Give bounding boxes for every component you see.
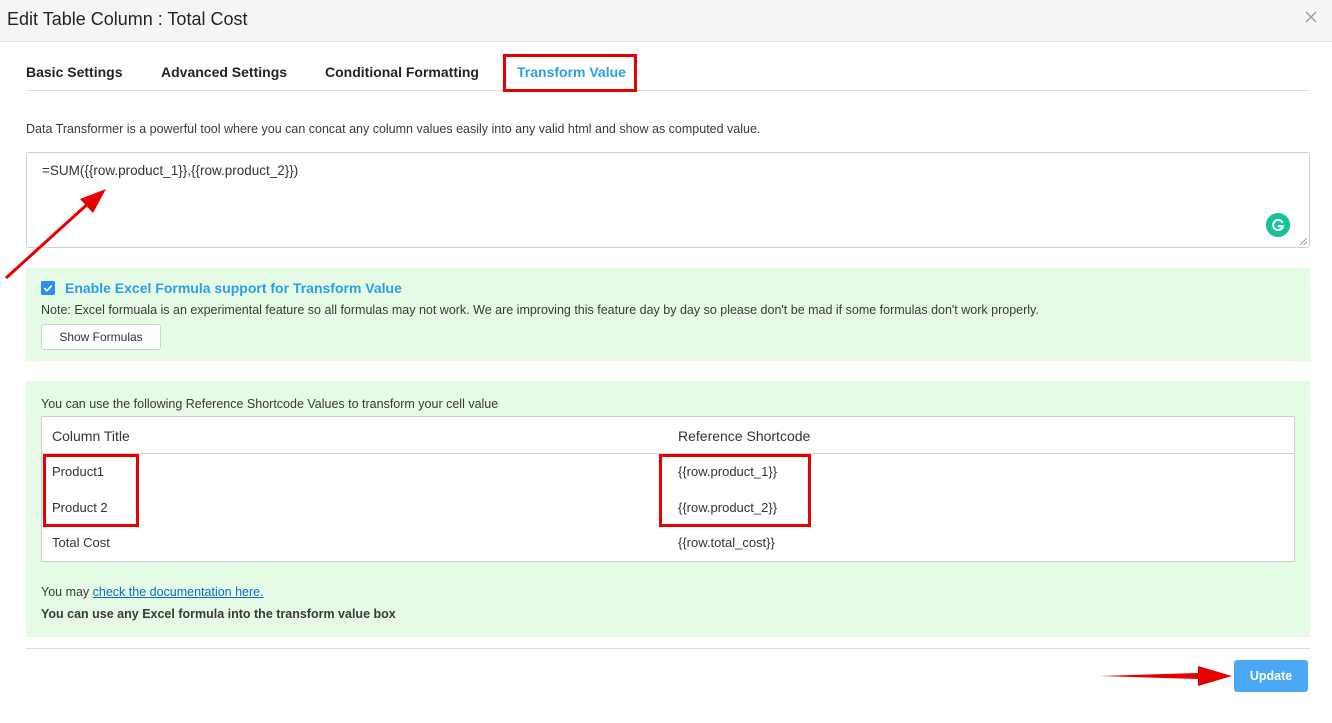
excel-note: Note: Excel formuala is an experimental … xyxy=(41,303,1039,317)
row-product2-shortcode: {{row.product_2}} xyxy=(678,500,778,515)
arrow-to-update-icon xyxy=(1100,666,1232,686)
table-header-divider xyxy=(42,453,1294,454)
update-button[interactable]: Update xyxy=(1234,660,1308,692)
documentation-link[interactable]: check the documentation here. xyxy=(93,585,264,599)
formula-text: =SUM({{row.product_1}},{{row.product_2}}… xyxy=(42,163,299,178)
documentation-line: You may check the documentation here. xyxy=(41,585,264,599)
tab-advanced-settings[interactable]: Advanced Settings xyxy=(161,64,287,80)
column-header-title: Column Title xyxy=(52,428,130,444)
row-product2-title: Product 2 xyxy=(52,500,108,515)
tab-transform-value[interactable]: Transform Value xyxy=(517,64,626,80)
excel-formula-note: You can use any Excel formula into the t… xyxy=(41,607,396,621)
transformer-description: Data Transformer is a powerful tool wher… xyxy=(26,122,761,136)
tab-conditional-formatting[interactable]: Conditional Formatting xyxy=(325,64,479,80)
reference-panel: You can use the following Reference Shor… xyxy=(26,381,1310,637)
excel-support-panel: Enable Excel Formula support for Transfo… xyxy=(26,268,1310,361)
grammarly-icon[interactable] xyxy=(1266,213,1290,237)
excel-support-checkbox[interactable] xyxy=(41,281,55,295)
row-total-cost-shortcode: {{row.total_cost}} xyxy=(678,535,775,550)
tab-bar: Basic Settings Advanced Settings Conditi… xyxy=(26,52,1310,91)
reference-table: Column Title Reference Shortcode Product… xyxy=(41,416,1295,562)
row-total-cost-title: Total Cost xyxy=(52,535,110,550)
tab-basic-settings[interactable]: Basic Settings xyxy=(26,64,122,80)
reference-intro: You can use the following Reference Shor… xyxy=(41,397,499,411)
dialog-title: Edit Table Column : Total Cost xyxy=(7,9,248,29)
footer-divider xyxy=(26,648,1310,649)
excel-support-label[interactable]: Enable Excel Formula support for Transfo… xyxy=(65,280,402,296)
show-formulas-button[interactable]: Show Formulas xyxy=(41,324,161,350)
row-product1-shortcode: {{row.product_1}} xyxy=(678,464,778,479)
transform-value-textarea[interactable]: =SUM({{row.product_1}},{{row.product_2}}… xyxy=(26,152,1310,248)
resize-handle-icon[interactable] xyxy=(1300,238,1307,245)
close-icon[interactable] xyxy=(1304,10,1318,24)
dialog-header: Edit Table Column : Total Cost xyxy=(0,0,1332,42)
row-product1-title: Product1 xyxy=(52,464,105,479)
documentation-prefix: You may xyxy=(41,585,93,599)
column-header-shortcode: Reference Shortcode xyxy=(678,428,811,444)
